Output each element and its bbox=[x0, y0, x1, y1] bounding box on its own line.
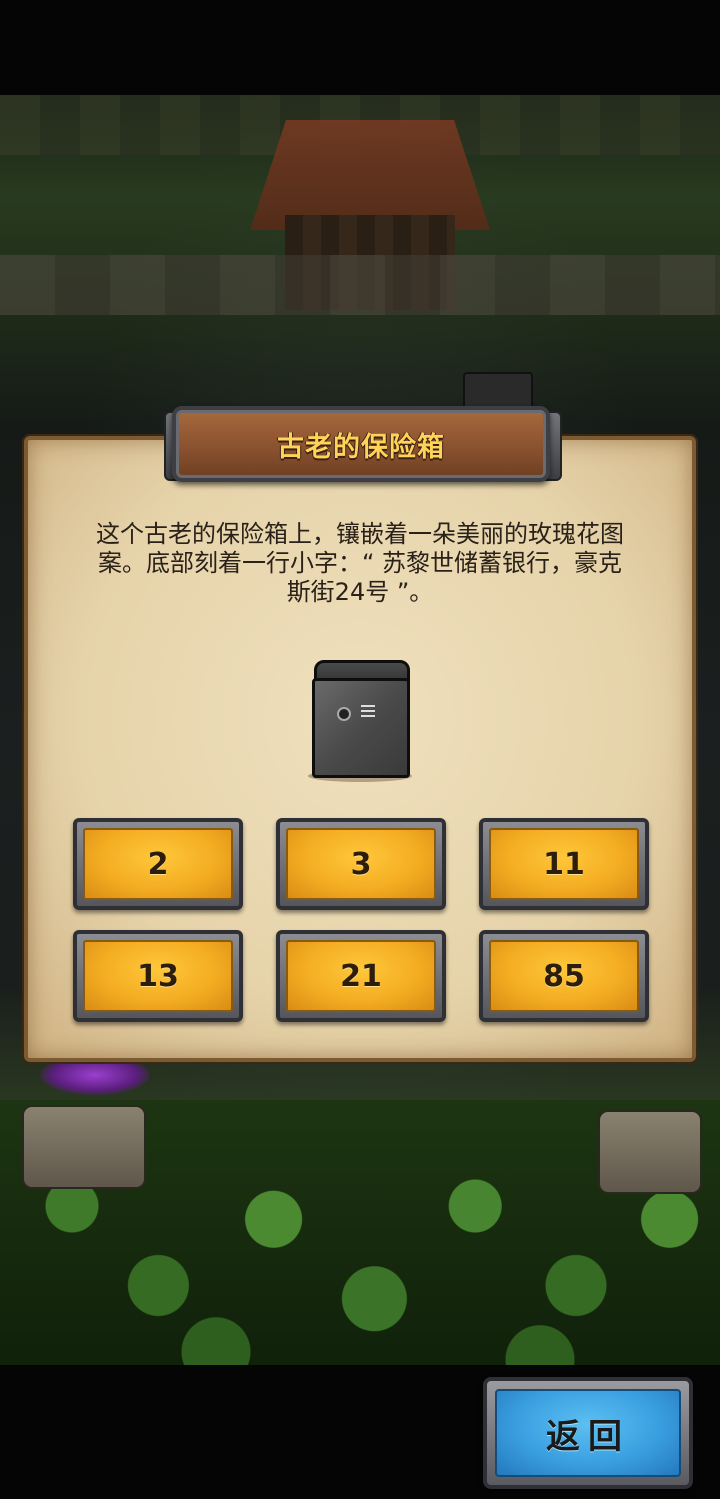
back-button-face: 返回 bbox=[495, 1389, 681, 1477]
answer-button[interactable]: 3 bbox=[276, 818, 446, 910]
answer-button[interactable]: 85 bbox=[479, 930, 649, 1022]
answer-button-face: 21 bbox=[286, 940, 436, 1012]
background-stone bbox=[598, 1110, 702, 1194]
safe-icon bbox=[308, 656, 412, 784]
safe-body bbox=[312, 678, 410, 778]
answer-button[interactable]: 21 bbox=[276, 930, 446, 1022]
answer-button[interactable]: 11 bbox=[479, 818, 649, 910]
answer-button-face: 2 bbox=[83, 828, 233, 900]
answer-button-face: 3 bbox=[286, 828, 436, 900]
background-shed-roof bbox=[250, 120, 490, 230]
answer-button-face: 11 bbox=[489, 828, 639, 900]
dialog-title-plank: 古老的保险箱 bbox=[172, 406, 550, 482]
answer-label: 13 bbox=[137, 958, 179, 994]
answer-label: 2 bbox=[147, 846, 169, 882]
back-button-label: 返回 bbox=[546, 1416, 630, 1457]
background-stone bbox=[22, 1105, 146, 1189]
answer-button-face: 13 bbox=[83, 940, 233, 1012]
answer-label: 21 bbox=[340, 958, 382, 994]
answer-label: 11 bbox=[543, 846, 585, 882]
answer-button-face: 85 bbox=[489, 940, 639, 1012]
safe-dial-icon bbox=[337, 707, 351, 721]
safe-vent-icon bbox=[361, 705, 375, 707]
answer-label: 85 bbox=[543, 958, 585, 994]
dialog-title: 古老的保险箱 bbox=[277, 431, 445, 463]
answer-button[interactable]: 2 bbox=[73, 818, 243, 910]
background-wall bbox=[0, 255, 720, 315]
answer-label: 3 bbox=[350, 846, 372, 882]
answer-button[interactable]: 13 bbox=[73, 930, 243, 1022]
dialog-description: 这个古老的保险箱上，镶嵌着一朵美丽的玫瑰花图案。底部刻着一行小字：“ 苏黎世储蓄… bbox=[96, 520, 624, 606]
back-button[interactable]: 返回 bbox=[483, 1377, 693, 1489]
